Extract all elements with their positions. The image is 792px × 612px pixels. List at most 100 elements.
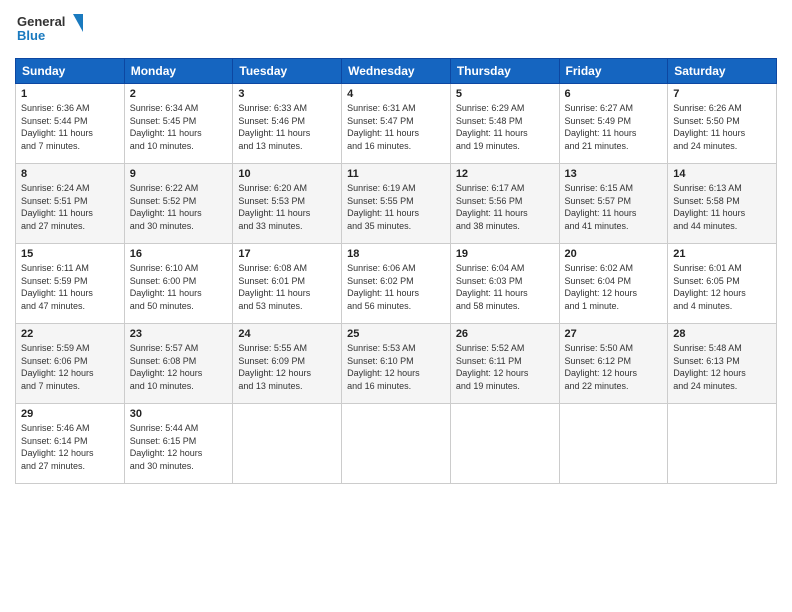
weekday-header-thursday: Thursday bbox=[450, 59, 559, 84]
day-number: 23 bbox=[130, 328, 228, 340]
day-info: Sunrise: 6:01 AM Sunset: 6:05 PM Dayligh… bbox=[673, 262, 771, 312]
calendar-cell: 10 Sunrise: 6:20 AM Sunset: 5:53 PM Dayli… bbox=[233, 164, 342, 244]
calendar-cell: 30 Sunrise: 5:44 AM Sunset: 6:15 PM Dayli… bbox=[124, 404, 233, 484]
day-info: Sunrise: 5:52 AM Sunset: 6:11 PM Dayligh… bbox=[456, 342, 554, 392]
day-number: 22 bbox=[21, 328, 119, 340]
calendar-cell: 4 Sunrise: 6:31 AM Sunset: 5:47 PM Daylig… bbox=[342, 84, 451, 164]
calendar-cell: 14 Sunrise: 6:13 AM Sunset: 5:58 PM Dayli… bbox=[668, 164, 777, 244]
calendar-cell: 2 Sunrise: 6:34 AM Sunset: 5:45 PM Daylig… bbox=[124, 84, 233, 164]
calendar-cell: 9 Sunrise: 6:22 AM Sunset: 5:52 PM Daylig… bbox=[124, 164, 233, 244]
calendar-cell: 1Sunrise: 6:36 AM Sunset: 5:44 PM Daylig… bbox=[16, 84, 125, 164]
svg-text:General: General bbox=[17, 14, 65, 29]
day-number: 1 bbox=[21, 88, 119, 100]
day-number: 19 bbox=[456, 248, 554, 260]
calendar-cell: 13 Sunrise: 6:15 AM Sunset: 5:57 PM Dayli… bbox=[559, 164, 668, 244]
day-number: 15 bbox=[21, 248, 119, 260]
day-info: Sunrise: 6:02 AM Sunset: 6:04 PM Dayligh… bbox=[565, 262, 663, 312]
day-info: Sunrise: 5:57 AM Sunset: 6:08 PM Dayligh… bbox=[130, 342, 228, 392]
day-number: 29 bbox=[21, 408, 119, 420]
calendar-cell: 20 Sunrise: 6:02 AM Sunset: 6:04 PM Dayli… bbox=[559, 244, 668, 324]
day-number: 6 bbox=[565, 88, 663, 100]
day-number: 24 bbox=[238, 328, 336, 340]
calendar-cell: 21 Sunrise: 6:01 AM Sunset: 6:05 PM Dayli… bbox=[668, 244, 777, 324]
calendar-cell bbox=[668, 404, 777, 484]
day-info: Sunrise: 6:34 AM Sunset: 5:45 PM Dayligh… bbox=[130, 102, 228, 152]
day-number: 12 bbox=[456, 168, 554, 180]
day-number: 5 bbox=[456, 88, 554, 100]
day-info: Sunrise: 6:11 AM Sunset: 5:59 PM Dayligh… bbox=[21, 262, 119, 312]
day-info: Sunrise: 6:08 AM Sunset: 6:01 PM Dayligh… bbox=[238, 262, 336, 312]
day-info: Sunrise: 6:19 AM Sunset: 5:55 PM Dayligh… bbox=[347, 182, 445, 232]
day-info: Sunrise: 6:22 AM Sunset: 5:52 PM Dayligh… bbox=[130, 182, 228, 232]
day-number: 28 bbox=[673, 328, 771, 340]
weekday-header-friday: Friday bbox=[559, 59, 668, 84]
calendar-cell: 15 Sunrise: 6:11 AM Sunset: 5:59 PM Dayli… bbox=[16, 244, 125, 324]
calendar-cell: 25 Sunrise: 5:53 AM Sunset: 6:10 PM Dayli… bbox=[342, 324, 451, 404]
weekday-header-tuesday: Tuesday bbox=[233, 59, 342, 84]
calendar-cell: 16 Sunrise: 6:10 AM Sunset: 6:00 PM Dayli… bbox=[124, 244, 233, 324]
calendar-table: SundayMondayTuesdayWednesdayThursdayFrid… bbox=[15, 58, 777, 484]
weekday-header-monday: Monday bbox=[124, 59, 233, 84]
day-number: 26 bbox=[456, 328, 554, 340]
weekday-header-sunday: Sunday bbox=[16, 59, 125, 84]
day-info: Sunrise: 6:13 AM Sunset: 5:58 PM Dayligh… bbox=[673, 182, 771, 232]
day-info: Sunrise: 5:46 AM Sunset: 6:14 PM Dayligh… bbox=[21, 422, 119, 472]
day-number: 7 bbox=[673, 88, 771, 100]
day-info: Sunrise: 6:31 AM Sunset: 5:47 PM Dayligh… bbox=[347, 102, 445, 152]
calendar-cell: 3 Sunrise: 6:33 AM Sunset: 5:46 PM Daylig… bbox=[233, 84, 342, 164]
page-header: General Blue bbox=[15, 10, 777, 50]
day-number: 14 bbox=[673, 168, 771, 180]
day-info: Sunrise: 5:53 AM Sunset: 6:10 PM Dayligh… bbox=[347, 342, 445, 392]
day-number: 4 bbox=[347, 88, 445, 100]
calendar-cell: 26 Sunrise: 5:52 AM Sunset: 6:11 PM Dayli… bbox=[450, 324, 559, 404]
calendar-cell: 17 Sunrise: 6:08 AM Sunset: 6:01 PM Dayli… bbox=[233, 244, 342, 324]
day-number: 21 bbox=[673, 248, 771, 260]
day-info: Sunrise: 6:29 AM Sunset: 5:48 PM Dayligh… bbox=[456, 102, 554, 152]
day-info: Sunrise: 6:04 AM Sunset: 6:03 PM Dayligh… bbox=[456, 262, 554, 312]
day-info: Sunrise: 5:55 AM Sunset: 6:09 PM Dayligh… bbox=[238, 342, 336, 392]
day-number: 9 bbox=[130, 168, 228, 180]
calendar-cell: 8Sunrise: 6:24 AM Sunset: 5:51 PM Daylig… bbox=[16, 164, 125, 244]
day-info: Sunrise: 6:06 AM Sunset: 6:02 PM Dayligh… bbox=[347, 262, 445, 312]
day-info: Sunrise: 6:20 AM Sunset: 5:53 PM Dayligh… bbox=[238, 182, 336, 232]
day-number: 16 bbox=[130, 248, 228, 260]
calendar-cell: 12 Sunrise: 6:17 AM Sunset: 5:56 PM Dayli… bbox=[450, 164, 559, 244]
day-number: 18 bbox=[347, 248, 445, 260]
calendar-cell bbox=[233, 404, 342, 484]
day-number: 11 bbox=[347, 168, 445, 180]
day-number: 13 bbox=[565, 168, 663, 180]
logo-svg: General Blue bbox=[15, 10, 85, 50]
calendar-cell: 22 Sunrise: 5:59 AM Sunset: 6:06 PM Dayli… bbox=[16, 324, 125, 404]
day-info: Sunrise: 6:24 AM Sunset: 5:51 PM Dayligh… bbox=[21, 182, 119, 232]
day-number: 25 bbox=[347, 328, 445, 340]
calendar-cell: 11 Sunrise: 6:19 AM Sunset: 5:55 PM Dayli… bbox=[342, 164, 451, 244]
weekday-header-saturday: Saturday bbox=[668, 59, 777, 84]
calendar-cell: 29 Sunrise: 5:46 AM Sunset: 6:14 PM Dayli… bbox=[16, 404, 125, 484]
day-number: 30 bbox=[130, 408, 228, 420]
day-info: Sunrise: 6:27 AM Sunset: 5:49 PM Dayligh… bbox=[565, 102, 663, 152]
day-info: Sunrise: 5:44 AM Sunset: 6:15 PM Dayligh… bbox=[130, 422, 228, 472]
day-number: 20 bbox=[565, 248, 663, 260]
day-info: Sunrise: 6:33 AM Sunset: 5:46 PM Dayligh… bbox=[238, 102, 336, 152]
day-info: Sunrise: 5:59 AM Sunset: 6:06 PM Dayligh… bbox=[21, 342, 119, 392]
day-number: 17 bbox=[238, 248, 336, 260]
day-info: Sunrise: 6:17 AM Sunset: 5:56 PM Dayligh… bbox=[456, 182, 554, 232]
day-number: 2 bbox=[130, 88, 228, 100]
calendar-cell bbox=[450, 404, 559, 484]
day-info: Sunrise: 5:50 AM Sunset: 6:12 PM Dayligh… bbox=[565, 342, 663, 392]
calendar-cell: 19 Sunrise: 6:04 AM Sunset: 6:03 PM Dayli… bbox=[450, 244, 559, 324]
day-info: Sunrise: 6:26 AM Sunset: 5:50 PM Dayligh… bbox=[673, 102, 771, 152]
logo: General Blue bbox=[15, 10, 85, 50]
calendar-cell: 27 Sunrise: 5:50 AM Sunset: 6:12 PM Dayli… bbox=[559, 324, 668, 404]
day-number: 3 bbox=[238, 88, 336, 100]
weekday-header-wednesday: Wednesday bbox=[342, 59, 451, 84]
svg-text:Blue: Blue bbox=[17, 28, 45, 43]
calendar-cell: 18 Sunrise: 6:06 AM Sunset: 6:02 PM Dayli… bbox=[342, 244, 451, 324]
day-number: 27 bbox=[565, 328, 663, 340]
calendar-cell: 6 Sunrise: 6:27 AM Sunset: 5:49 PM Daylig… bbox=[559, 84, 668, 164]
day-number: 10 bbox=[238, 168, 336, 180]
day-info: Sunrise: 6:15 AM Sunset: 5:57 PM Dayligh… bbox=[565, 182, 663, 232]
calendar-cell: 24 Sunrise: 5:55 AM Sunset: 6:09 PM Dayli… bbox=[233, 324, 342, 404]
day-info: Sunrise: 5:48 AM Sunset: 6:13 PM Dayligh… bbox=[673, 342, 771, 392]
day-info: Sunrise: 6:10 AM Sunset: 6:00 PM Dayligh… bbox=[130, 262, 228, 312]
